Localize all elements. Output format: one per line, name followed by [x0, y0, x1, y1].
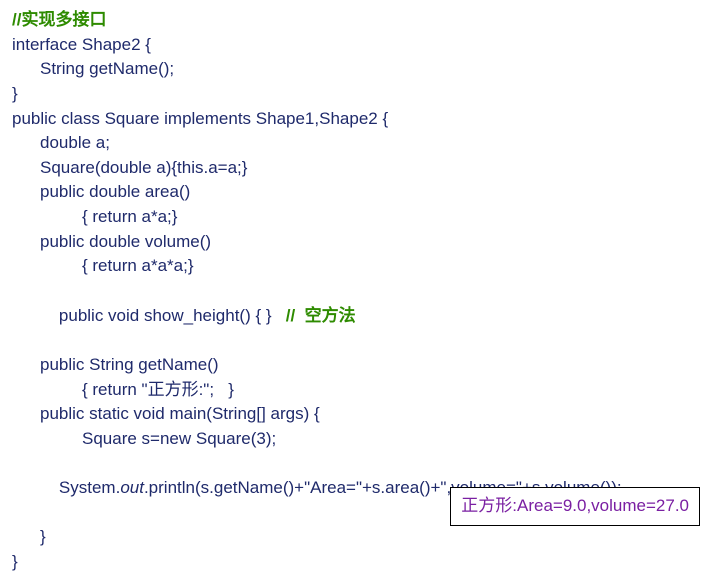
code-line: String getName();: [12, 57, 708, 82]
code-line: public String getName(): [12, 353, 708, 378]
code-line: }: [12, 550, 708, 575]
code-line: public class Square implements Shape1,Sh…: [12, 107, 708, 132]
code-line: Square(double a){this.a=a;}: [12, 156, 708, 181]
code-line: interface Shape2 {: [12, 33, 708, 58]
code-line: double a;: [12, 131, 708, 156]
code-line: { return a*a*a;}: [12, 254, 708, 279]
output-text: 正方形:Area=9.0,volume=27.0: [461, 496, 689, 515]
code-text: public void show_height() { }: [59, 306, 286, 325]
code-text-italic: out: [120, 478, 144, 497]
comment-inline: // 空方法: [286, 306, 356, 325]
code-line: { return "正方形:"; }: [12, 378, 708, 403]
output-box: 正方形:Area=9.0,volume=27.0: [450, 487, 700, 526]
code-text: System.: [59, 478, 120, 497]
code-line: }: [12, 82, 708, 107]
comment-header: //实现多接口: [12, 8, 708, 33]
code-line: { return a*a;}: [12, 205, 708, 230]
code-line: public static void main(String[] args) {: [12, 402, 708, 427]
code-line: Square s=new Square(3);: [12, 427, 708, 452]
code-line: public void show_height() { } // 空方法: [12, 279, 708, 353]
code-line: public double volume(): [12, 230, 708, 255]
code-line: }: [12, 525, 708, 550]
code-line: public double area(): [12, 180, 708, 205]
